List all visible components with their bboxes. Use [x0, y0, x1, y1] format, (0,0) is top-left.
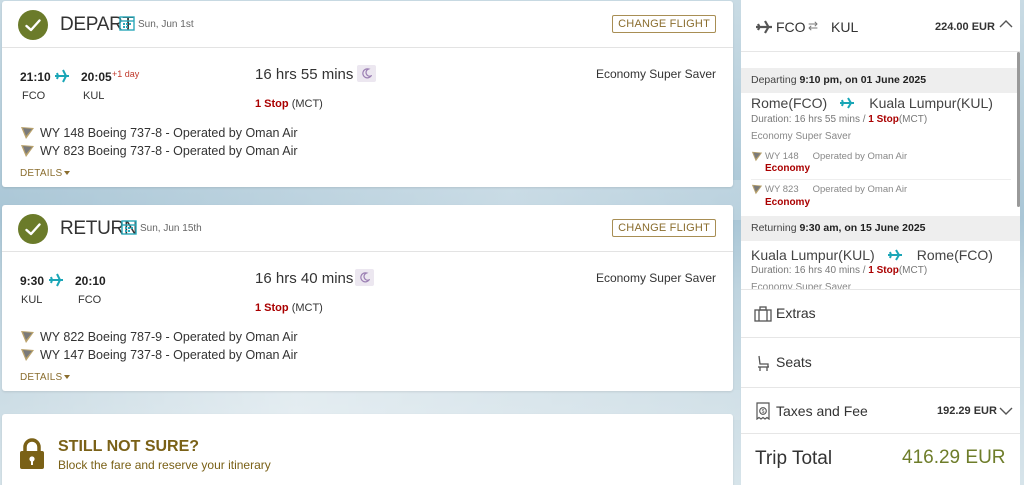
return-header: RETURN Sun, Jun 15th CHANGE FLIGHT: [2, 205, 733, 252]
oman-air-logo-icon: [21, 349, 34, 361]
cabin-class: Economy Super Saver: [595, 67, 716, 81]
oman-air-logo-icon: [751, 151, 763, 162]
oman-air-logo-icon: [21, 145, 34, 157]
hold-fare-card[interactable]: STILL NOT SURE? Block the fare and reser…: [2, 414, 733, 485]
seats-row[interactable]: Seats: [741, 337, 1020, 387]
arrival-time: 20:10: [75, 274, 106, 288]
plane-icon: [840, 97, 855, 109]
trip-total-row: Trip Total 416.29 EUR: [741, 433, 1020, 485]
arrival-airport: FCO: [78, 294, 102, 306]
trip-total-value: 416.29 EUR: [902, 447, 1006, 468]
chevron-down-icon[interactable]: [999, 406, 1013, 416]
departing-duration: Duration: 16 hrs 55 mins / 1 Stop(MCT): [751, 114, 928, 125]
flight-segment: WY 823 Boeing 737-8 - Operated by Oman A…: [20, 144, 298, 158]
duration: 16 hrs 40 mins: [255, 270, 354, 287]
arrival-time: 20:05: [81, 70, 112, 84]
overnight-moon-icon: [355, 269, 374, 286]
scrollbar[interactable]: [1017, 52, 1020, 207]
segment-class: Economy: [765, 197, 811, 208]
returning-route: Kuala Lumpur(KUL) Rome(FCO): [751, 247, 993, 263]
duration: 16 hrs 55 mins: [255, 66, 354, 83]
stops-info: 1 Stop (MCT): [255, 302, 323, 314]
cabin-class: Economy Super Saver: [595, 271, 716, 285]
chevron-up-icon[interactable]: [999, 19, 1013, 29]
segment-flight: WY 148 Operated by Oman Air: [751, 151, 907, 162]
plane-icon: [756, 20, 772, 34]
hold-fare-subtitle: Block the fare and reserve your itinerar…: [58, 458, 271, 472]
depart-card: DEPART Sun, Jun 1st CHANGE FLIGHT 21:10 …: [2, 1, 733, 187]
returning-duration: Duration: 16 hrs 40 mins / 1 Stop(MCT): [751, 265, 928, 276]
extras-row[interactable]: Extras: [741, 289, 1020, 337]
summary-origin: FCO: [776, 19, 806, 35]
depart-header: DEPART Sun, Jun 1st CHANGE FLIGHT: [2, 1, 733, 48]
summary-header[interactable]: FCO ⇄ KUL 224.00 EUR: [741, 0, 1020, 52]
plus-day-badge: +1 day: [112, 69, 140, 79]
details-toggle[interactable]: DETAILS: [20, 372, 71, 383]
lock-icon: [20, 438, 44, 469]
stops-info: 1 Stop (MCT): [255, 98, 323, 110]
taxes-row[interactable]: $ Taxes and Fee 192.29 EUR: [741, 387, 1020, 433]
departure-airport: FCO: [22, 90, 46, 102]
returning-bar: Returning 9:30 am, on 15 June 2025: [741, 216, 1020, 241]
swap-arrows-icon: ⇄: [808, 19, 819, 33]
depart-date: Sun, Jun 1st: [138, 19, 194, 30]
departure-time: 9:30: [20, 274, 45, 288]
oman-air-logo-icon: [21, 331, 34, 343]
oman-air-logo-icon: [751, 184, 763, 195]
check-icon: [18, 214, 48, 244]
seat-icon: [758, 355, 769, 371]
seats-label: Seats: [776, 354, 812, 370]
trip-total-label: Trip Total: [755, 448, 833, 469]
extras-label: Extras: [776, 305, 816, 321]
calendar-icon: [119, 16, 135, 31]
change-flight-button[interactable]: CHANGE FLIGHT: [612, 219, 716, 237]
segment-class: Economy: [765, 163, 811, 174]
svg-text:$: $: [762, 409, 765, 415]
plane-icon: [49, 273, 63, 287]
departure-airport: KUL: [21, 294, 43, 306]
change-flight-button[interactable]: CHANGE FLIGHT: [612, 15, 716, 33]
flight-segment: WY 147 Boeing 737-8 - Operated by Oman A…: [20, 348, 298, 362]
arrival-airport: KUL: [83, 90, 105, 102]
taxes-value: 192.29 EUR: [937, 405, 997, 417]
segment-flight: WY 823 Operated by Oman Air: [751, 184, 907, 195]
plane-icon: [887, 249, 902, 261]
itinerary-scroll-area[interactable]: Departing 9:10 pm, on 01 June 2025 Rome(…: [741, 52, 1020, 290]
receipt-icon: $: [756, 402, 770, 420]
flight-segment: WY 822 Boeing 787-9 - Operated by Oman A…: [20, 330, 298, 344]
summary-destination: KUL: [831, 19, 859, 35]
plane-icon: [55, 69, 69, 83]
return-card: RETURN Sun, Jun 15th CHANGE FLIGHT 9:30 …: [2, 205, 733, 391]
trip-summary-panel: FCO ⇄ KUL 224.00 EUR Departing 9:10 pm, …: [741, 0, 1020, 485]
overnight-moon-icon: [357, 65, 376, 82]
departing-cabin: Economy Super Saver: [751, 131, 852, 142]
check-icon: [18, 10, 48, 40]
luggage-icon: [754, 306, 772, 322]
summary-fare-price: 224.00 EUR: [935, 21, 995, 33]
oman-air-logo-icon: [21, 127, 34, 139]
caret-down-icon: [64, 171, 71, 176]
divider: [751, 179, 1011, 180]
taxes-label: Taxes and Fee: [776, 403, 868, 419]
departing-route: Rome(FCO) Kuala Lumpur(KUL): [751, 95, 993, 111]
calendar-icon: [121, 220, 137, 235]
details-toggle[interactable]: DETAILS: [20, 168, 71, 179]
departure-time: 21:10: [20, 70, 51, 84]
departing-bar: Departing 9:10 pm, on 01 June 2025: [741, 68, 1020, 93]
flight-segment: WY 148 Boeing 737-8 - Operated by Oman A…: [20, 126, 298, 140]
hold-fare-title: STILL NOT SURE?: [58, 438, 200, 455]
caret-down-icon: [64, 375, 71, 380]
return-date: Sun, Jun 15th: [140, 223, 202, 234]
